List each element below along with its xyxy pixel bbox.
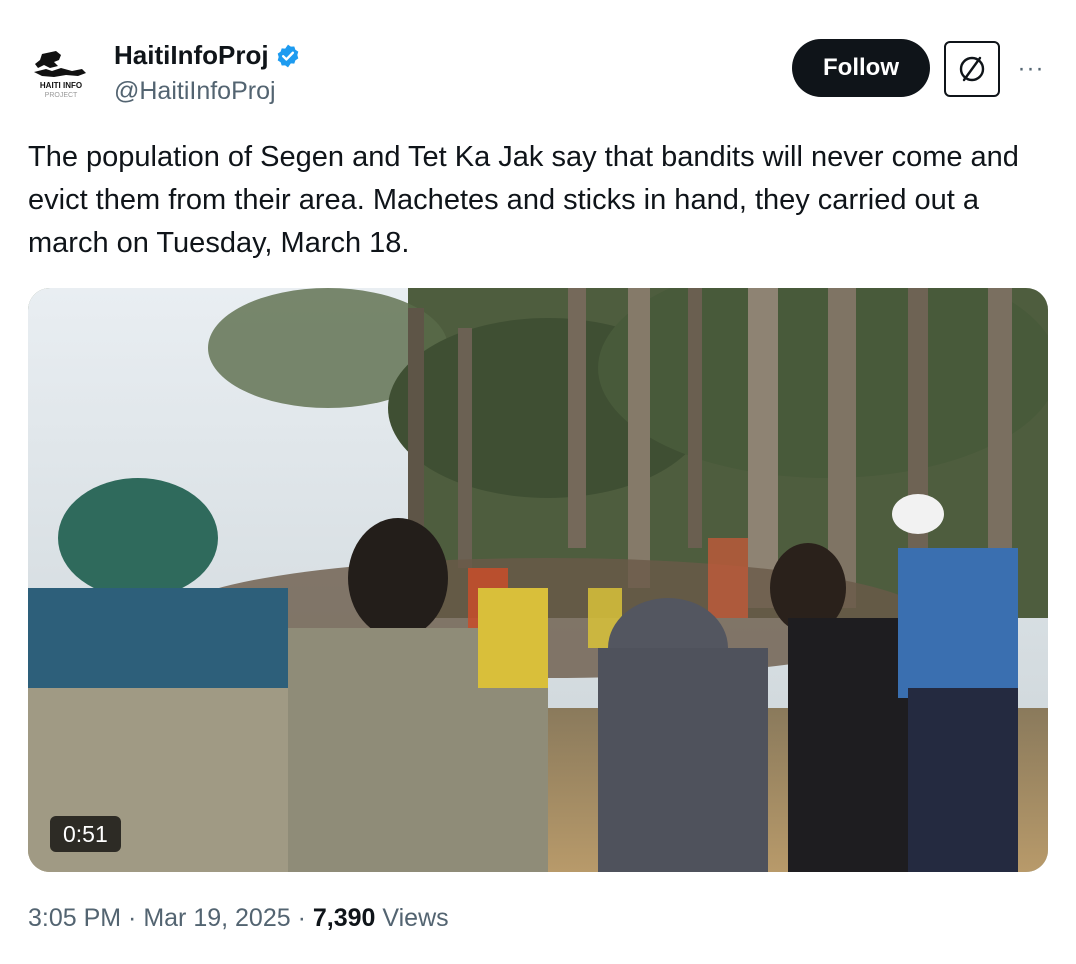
video-duration-badge: 0:51 [50, 816, 121, 852]
tweet-date[interactable]: Mar 19, 2025 [143, 904, 290, 932]
account-handle[interactable]: @HaitiInfoProj [114, 77, 301, 106]
video-thumbnail [28, 288, 1048, 872]
tweet-meta: 3:05 PM · Mar 19, 2025 · 7,390 Views [28, 904, 449, 933]
avatar[interactable]: HAITI INFO PROJECT [28, 38, 94, 104]
meta-separator: · [290, 904, 313, 932]
video-player[interactable]: 0:51 [28, 288, 1048, 872]
haiti-info-project-logo: HAITI INFO PROJECT [28, 38, 94, 104]
grok-button[interactable] [944, 41, 1000, 97]
grok-slash-circle-icon [959, 56, 985, 82]
tweet-text: The population of Segen and Tet Ka Jak s… [28, 141, 1019, 259]
account-names: HaitiInfoProj @HaitiInfoProj [114, 40, 301, 106]
display-name-row: HaitiInfoProj [114, 40, 301, 71]
more-dots-icon[interactable]: ··· [1014, 52, 1048, 86]
avatar-text-sub: PROJECT [45, 92, 78, 99]
verified-badge-icon [275, 43, 301, 69]
follow-button[interactable]: Follow [792, 39, 930, 97]
views-count[interactable]: 7,390 [313, 904, 376, 932]
views-label: Views [375, 904, 449, 932]
tweet-header: HAITI INFO PROJECT HaitiInfoProj @HaitiI… [28, 34, 1048, 114]
tweet-time[interactable]: 3:05 PM [28, 904, 121, 932]
avatar-text-main: HAITI INFO [40, 81, 82, 90]
display-name[interactable]: HaitiInfoProj [114, 40, 269, 71]
meta-separator: · [121, 904, 144, 932]
